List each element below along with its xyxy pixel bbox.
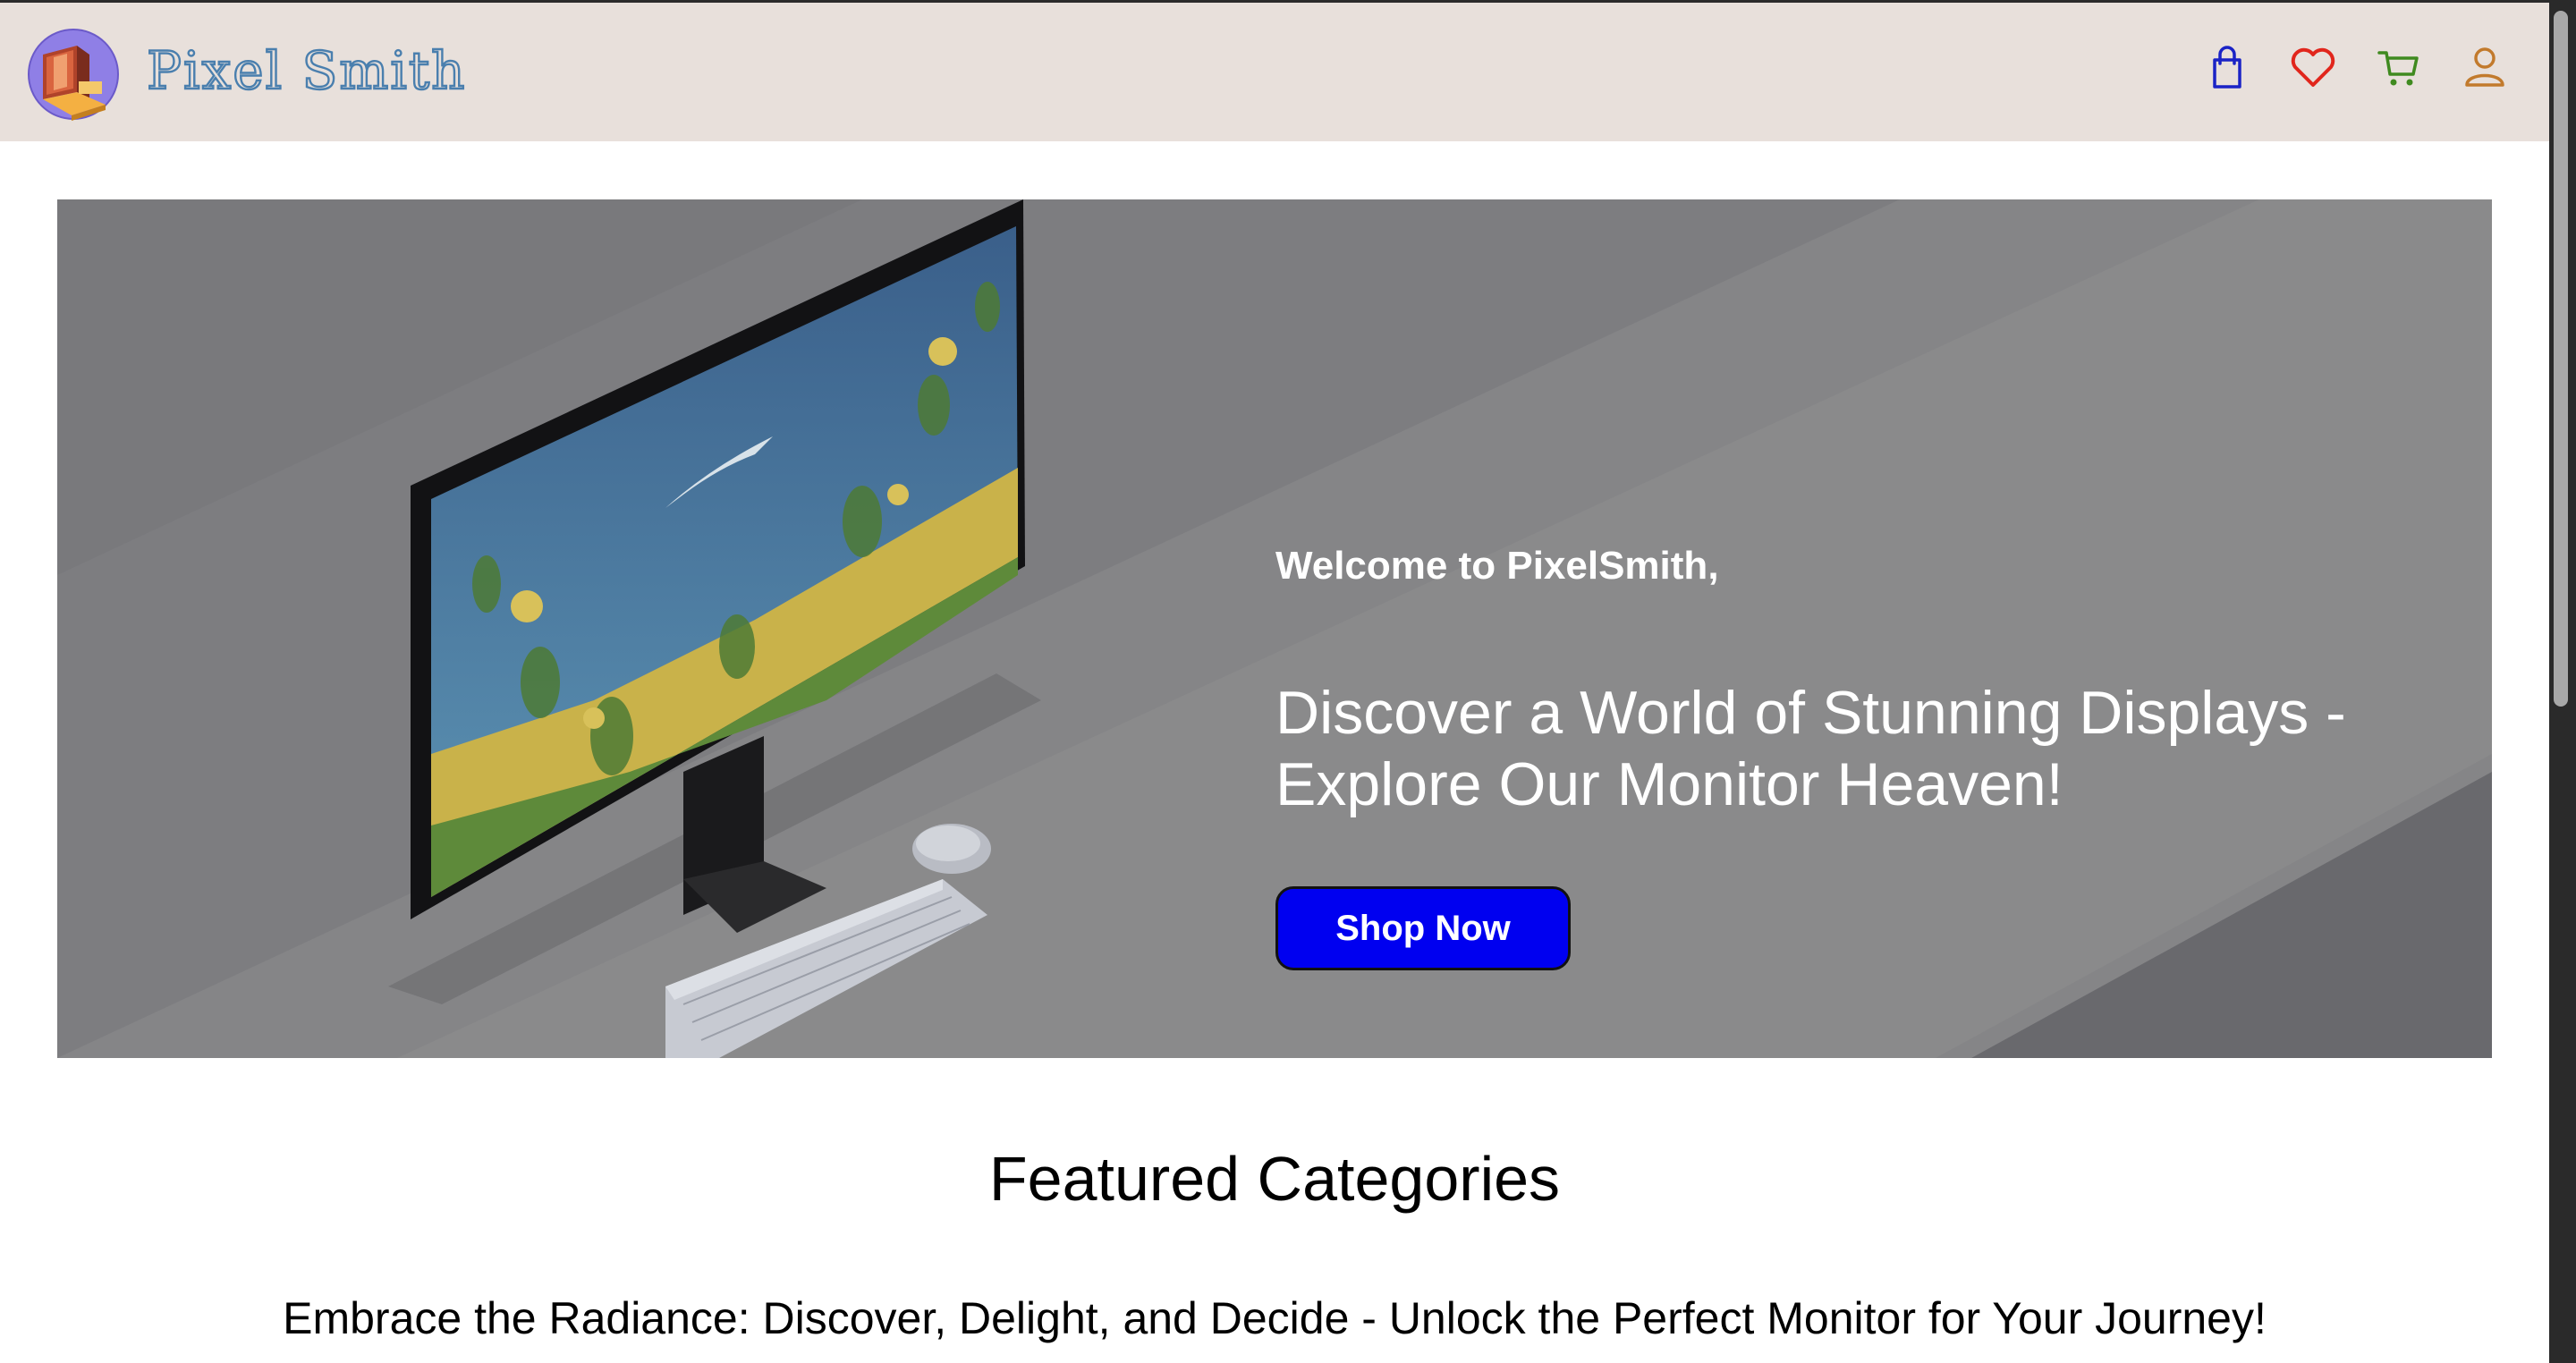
vertical-scrollbar[interactable] — [2549, 0, 2576, 1363]
shop-now-button[interactable]: Shop Now — [1275, 886, 1571, 970]
heart-icon[interactable] — [2288, 42, 2338, 92]
user-icon[interactable] — [2460, 42, 2510, 92]
featured-categories-subtitle: Embrace the Radiance: Discover, Delight,… — [283, 1293, 2267, 1343]
logo-icon[interactable] — [27, 28, 120, 121]
hero-welcome-text: Welcome to PixelSmith, — [1275, 544, 1719, 588]
featured-categories-title: Featured Categories — [988, 1144, 1561, 1214]
bag-icon[interactable] — [2202, 42, 2252, 92]
scrollbar-thumb[interactable] — [2554, 11, 2568, 707]
hero-banner: Welcome to PixelSmith, Discover a World … — [57, 199, 2492, 1058]
cart-icon[interactable] — [2374, 42, 2424, 92]
hero-headline: Discover a World of Stunning Displays - … — [1275, 679, 2346, 818]
brand-name[interactable]: Pixel Smith — [146, 37, 467, 105]
hero-illustration — [57, 199, 2492, 1058]
site-header: Pixel Smith — [0, 3, 2549, 141]
